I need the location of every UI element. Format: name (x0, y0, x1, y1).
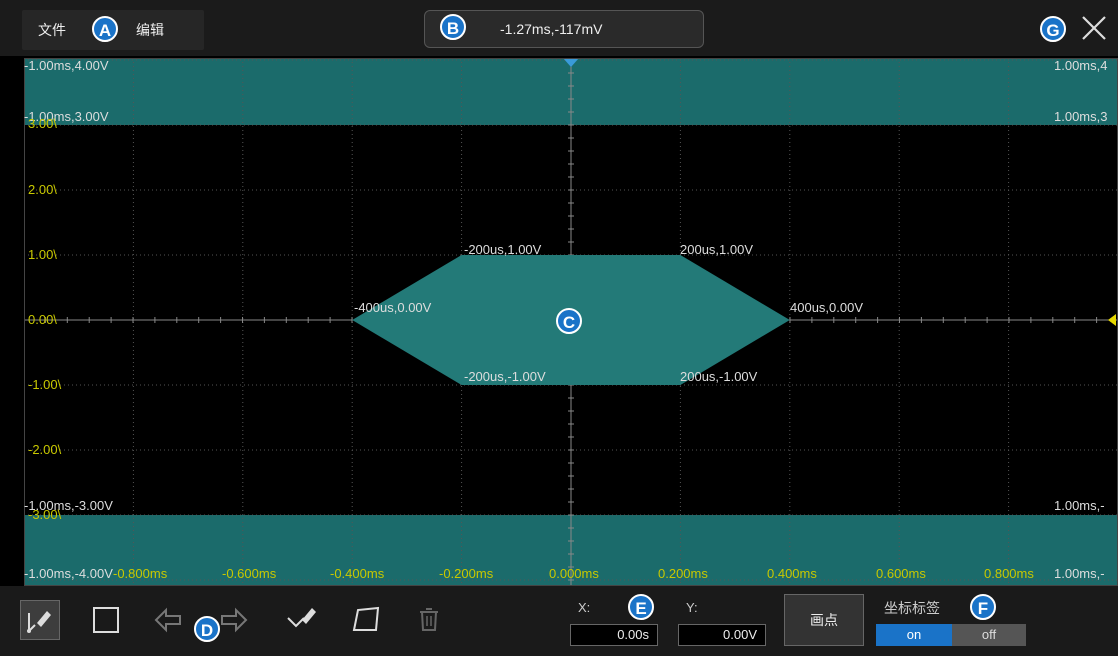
x-tick-label: -0.400ms (330, 566, 385, 581)
y-tick-label: -2.00\ (28, 442, 62, 457)
rectangle-icon (93, 607, 119, 633)
undo-button[interactable] (150, 600, 190, 640)
delete-button[interactable] (410, 600, 450, 640)
trigger-level-marker (1108, 314, 1116, 326)
vertex-label: 200us,-1.00V (680, 369, 758, 384)
corner-label-top-left: -1.00ms,4.00V (24, 58, 109, 73)
badge-f: F (970, 594, 996, 620)
y-tick-label: -1.00\ (28, 377, 62, 392)
corner-label-top-right: 1.00ms,4 (1054, 58, 1108, 73)
rectangle-tool-button[interactable] (86, 600, 126, 640)
y-tick-label: -3.00\ (28, 507, 62, 522)
y-tick-label: 1.00\ (28, 247, 57, 262)
corner-label-bottom-right: 1.00ms,- (1054, 566, 1105, 581)
badge-b: B (440, 14, 466, 40)
badge-e: E (628, 594, 654, 620)
y-tick-label: 0.00\ (28, 312, 57, 327)
y-tick-label: 2.00\ (28, 182, 57, 197)
cursor-coordinate-display: -1.27ms,-117mV (424, 10, 704, 48)
toggle-on-option[interactable]: on (876, 624, 952, 646)
draw-tool-button[interactable] (20, 600, 60, 640)
x-input[interactable]: 0.00s (570, 624, 658, 646)
waveform-plot[interactable]: -1.00ms,4.00V 1.00ms,4 -1.00ms,3.00V 1.0… (24, 58, 1118, 586)
edit-point-icon (287, 608, 316, 628)
x-tick-label: 0.400ms (767, 566, 817, 581)
shape-tool-button[interactable] (346, 600, 386, 640)
corner-label-bottom-left: -1.00ms,-4.00V (24, 566, 113, 581)
badge-g: G (1040, 16, 1066, 42)
bottom-toolbar: D X: E 0.00s Y: 0.00V 画点 坐标标签 F on off (0, 586, 1118, 656)
y-input[interactable]: 0.00V (678, 624, 766, 646)
quadrilateral-icon (352, 606, 380, 631)
cursor-coordinate-text: -1.27ms,-117mV (500, 21, 603, 37)
coordinate-label-title: 坐标标签 (884, 600, 940, 616)
trash-icon (420, 608, 438, 631)
vertex-label: 200us,1.00V (680, 242, 754, 257)
vertex-label: -400us,0.00V (354, 300, 432, 315)
x-tick-label: 0.800ms (984, 566, 1034, 581)
menu-edit[interactable]: 编辑 (136, 20, 164, 40)
band-label-bottom-right: 1.00ms,- (1054, 498, 1105, 513)
redo-arrow-icon (221, 607, 248, 633)
draw-point-button[interactable]: 画点 (784, 594, 864, 646)
top-bar: 文件 A 编辑 -1.27ms,-117mV B G (0, 0, 1118, 56)
redo-button[interactable] (214, 600, 254, 640)
x-tick-label: 0.000ms (549, 566, 599, 581)
y-field-label: Y: (686, 600, 698, 615)
x-tick-label: -0.800ms (113, 566, 168, 581)
close-icon[interactable] (1080, 14, 1108, 42)
toggle-off-option[interactable]: off (952, 624, 1026, 646)
undo-arrow-icon (154, 607, 181, 633)
pen-line-icon (27, 611, 51, 633)
badge-d: D (194, 616, 220, 642)
x-tick-label: 0.200ms (658, 566, 708, 581)
vertex-label: -200us,-1.00V (464, 369, 546, 384)
x-tick-label: 0.600ms (876, 566, 926, 581)
badge-a: A (92, 16, 118, 42)
y-tick-label: 3.00\ (28, 116, 57, 131)
menu-file[interactable]: 文件 (38, 20, 66, 40)
x-tick-label: -0.600ms (222, 566, 277, 581)
x-field-label: X: (578, 600, 591, 615)
band-label-top-right: 1.00ms,3 (1054, 109, 1108, 124)
vertex-label: 400us,0.00V (790, 300, 864, 315)
x-tick-label: -0.200ms (439, 566, 494, 581)
vertex-label: -200us,1.00V (464, 242, 542, 257)
coordinate-label-toggle[interactable]: on off (876, 624, 1026, 646)
badge-c: C (556, 308, 582, 334)
edit-point-button[interactable] (282, 600, 322, 640)
